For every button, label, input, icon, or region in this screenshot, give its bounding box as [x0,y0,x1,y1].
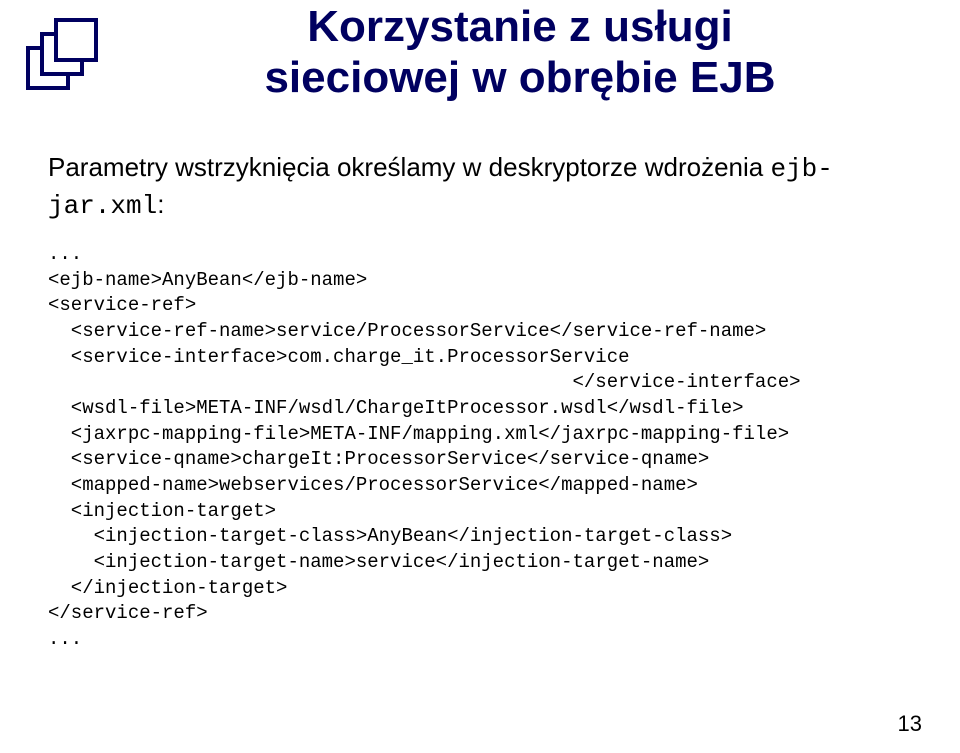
intro-text: Parametry wstrzyknięcia określamy w desk… [48,152,770,182]
logo-icon [26,18,116,108]
intro-suffix: : [157,189,164,219]
title-line-2: sieciowej w obrębie EJB [120,53,920,104]
code-block: ... <ejb-name>AnyBean</ejb-name> <servic… [48,242,912,652]
slide-title: Korzystanie z usługi sieciowej w obrębie… [120,2,920,103]
slide-body: Parametry wstrzyknięcia określamy w desk… [48,150,912,652]
intro-paragraph: Parametry wstrzyknięcia określamy w desk… [48,150,912,224]
page-number: 13 [898,711,922,737]
title-line-1: Korzystanie z usługi [120,2,920,53]
